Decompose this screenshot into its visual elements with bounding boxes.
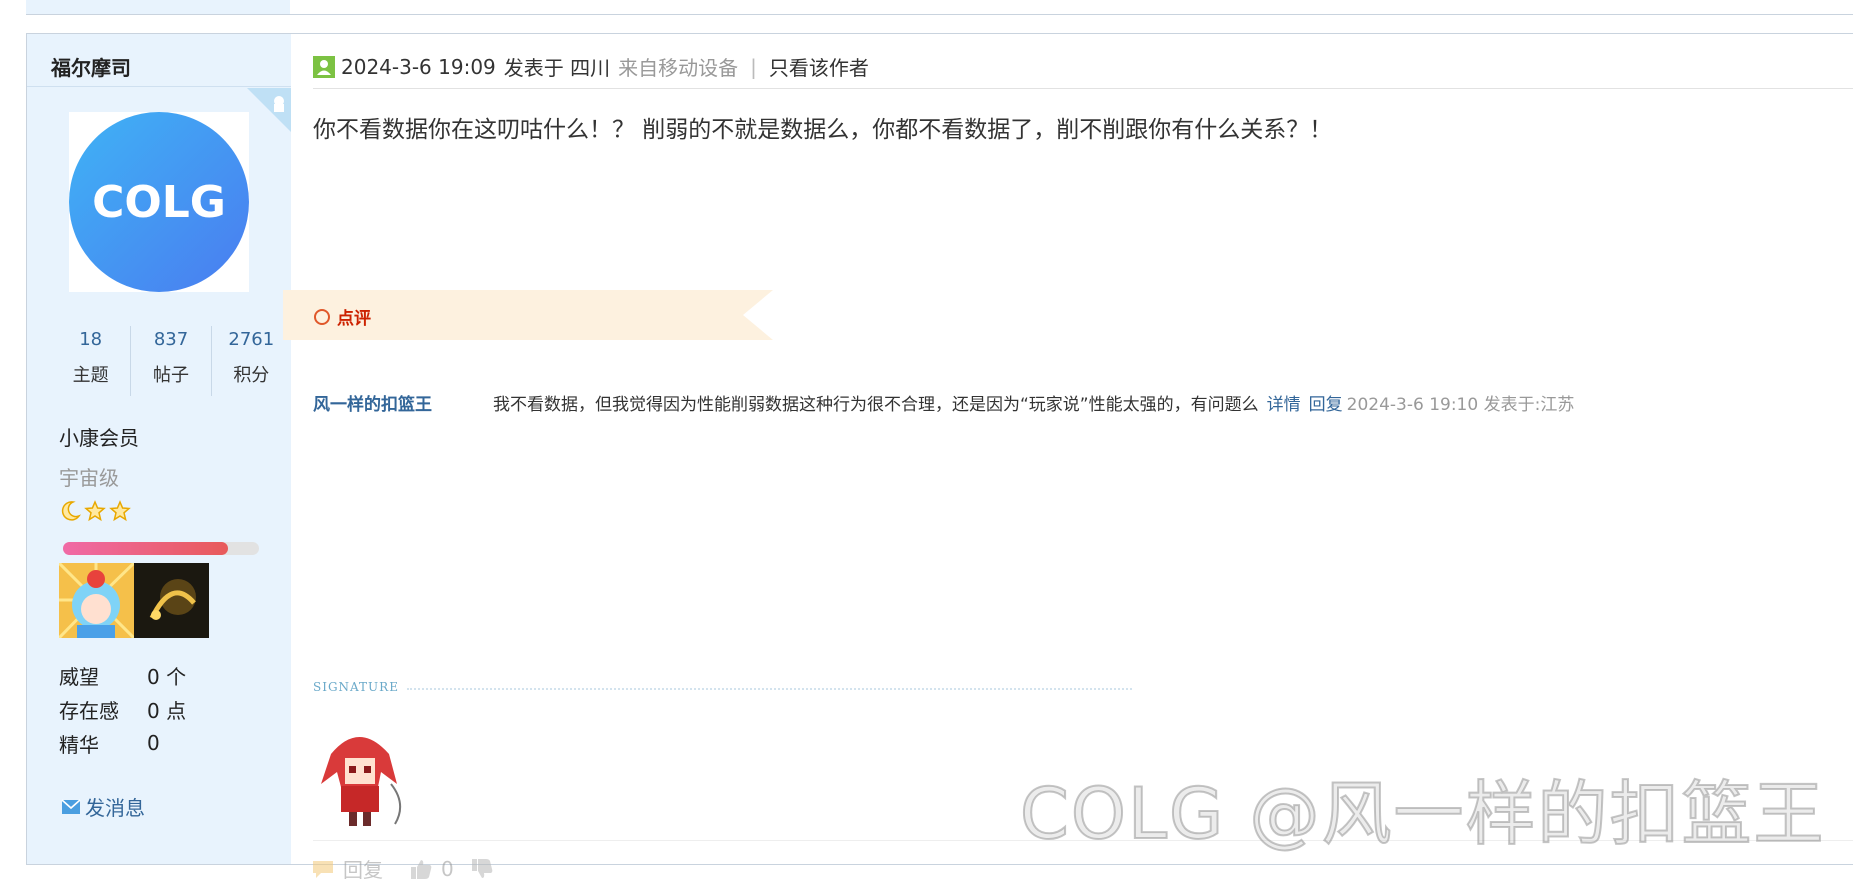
like-count: 0 bbox=[441, 856, 454, 881]
comment-user[interactable]: 风一样的扣篮王 bbox=[313, 390, 493, 415]
divider bbox=[313, 88, 1853, 89]
attr-key: 威望 bbox=[59, 664, 99, 689]
attr-key: 精华 bbox=[59, 732, 99, 757]
comment-section-title: 点评 bbox=[313, 304, 371, 329]
android-device-icon bbox=[247, 88, 291, 132]
svg-text:COLG: COLG bbox=[92, 177, 226, 228]
moon-icon bbox=[61, 501, 81, 521]
comment-detail-link[interactable]: 详情 bbox=[1267, 395, 1301, 415]
star-icon bbox=[84, 500, 106, 522]
experience-bar bbox=[63, 542, 259, 555]
thumbs-down-icon[interactable] bbox=[470, 858, 494, 880]
comment-time: 2024-3-6 19:10 发表于:江苏 bbox=[1346, 395, 1575, 415]
post-main: 2024-3-6 19:09 发表于 四川 来自移动设备 | 只看该作者 你不看… bbox=[283, 34, 1853, 882]
author-stats: 18 主题 837 帖子 2761 积分 bbox=[51, 326, 291, 396]
attr-presence: 存在感 0 点 bbox=[59, 692, 186, 726]
author-sidebar: 福尔摩司 COLG 18 主题 837 帖子 2761 积分 小康会员 宇宙级 … bbox=[27, 34, 291, 864]
stat-label: 积分 bbox=[233, 365, 270, 386]
thumbs-up-icon[interactable] bbox=[409, 858, 433, 880]
stat-points[interactable]: 2761 积分 bbox=[212, 326, 291, 396]
meta-separator: | bbox=[750, 54, 757, 79]
forum-post: 福尔摩司 COLG 18 主题 837 帖子 2761 积分 小康会员 宇宙级 … bbox=[26, 33, 1853, 882]
reply-button[interactable]: 回复 bbox=[343, 854, 383, 883]
divider bbox=[27, 86, 291, 87]
stat-value: 2761 bbox=[228, 329, 275, 350]
comment-circle-icon bbox=[314, 308, 330, 325]
reply-bubble-icon[interactable] bbox=[311, 858, 335, 880]
attr-value: 0 个 bbox=[147, 664, 187, 689]
stat-value: 18 bbox=[79, 329, 103, 350]
stat-threads[interactable]: 18 主题 bbox=[51, 326, 132, 396]
comment-text: 我不看数据，但我觉得因为性能削弱数据这种行为很不合理，还是因为“玩家说”性能太强… bbox=[493, 395, 1259, 415]
avatar[interactable]: COLG bbox=[69, 112, 249, 292]
attr-value: 0 点 bbox=[147, 698, 187, 723]
star-icon bbox=[109, 500, 131, 522]
attr-value: 0 bbox=[147, 731, 160, 755]
comment-reply-link[interactable]: 回复 bbox=[1309, 395, 1343, 415]
mail-icon bbox=[61, 798, 81, 814]
stat-value: 837 bbox=[153, 329, 189, 350]
author-name[interactable]: 福尔摩司 bbox=[51, 52, 131, 81]
post-meta: 2024-3-6 19:09 发表于 四川 来自移动设备 | 只看该作者 bbox=[313, 52, 869, 81]
post-location: 发表于 四川 bbox=[503, 56, 611, 80]
stat-label: 主题 bbox=[72, 365, 109, 386]
previous-post-sidebar bbox=[26, 0, 290, 14]
user-group[interactable]: 小康会员 bbox=[59, 422, 139, 451]
attr-prestige: 威望 0 个 bbox=[59, 658, 186, 692]
comment-item: 风一样的扣篮王 我不看数据，但我觉得因为性能削弱数据这种行为很不合理，还是因为“玩… bbox=[313, 390, 1853, 415]
user-attributes: 威望 0 个 存在感 0 点 精华 0 bbox=[59, 658, 186, 760]
signature-character-image bbox=[321, 737, 402, 826]
send-message-label: 发消息 bbox=[85, 796, 145, 820]
previous-post-edge bbox=[26, 0, 1853, 15]
stat-posts[interactable]: 837 帖子 bbox=[131, 326, 212, 396]
rank-stars bbox=[59, 500, 131, 522]
post-device: 来自移动设备 bbox=[618, 56, 739, 80]
author-online-icon bbox=[313, 55, 335, 78]
attr-key: 存在感 bbox=[59, 698, 119, 723]
only-author-link[interactable]: 只看该作者 bbox=[769, 52, 869, 81]
post-content: 你不看数据你在这叨咕什么！？ 削弱的不就是数据么，你都不看数据了，削不削跟你有什… bbox=[313, 117, 1333, 143]
signature-divider bbox=[407, 688, 1132, 690]
watermark: COLG @风一样的扣篮王 bbox=[1019, 772, 1826, 856]
experience-fill bbox=[63, 542, 228, 555]
post-actions: 回复 0 bbox=[311, 854, 494, 883]
medal-cartoon-icon[interactable] bbox=[59, 563, 134, 638]
stat-label: 帖子 bbox=[152, 365, 189, 386]
medals bbox=[59, 563, 209, 638]
signature-label: SIGNATURE bbox=[313, 680, 399, 694]
post-date: 2024-3-6 19:09 bbox=[341, 54, 496, 79]
medal-dark-icon[interactable] bbox=[134, 563, 209, 638]
user-level: 宇宙级 bbox=[59, 466, 119, 490]
send-message-link[interactable]: 发消息 bbox=[61, 792, 145, 821]
comment-title-label: 点评 bbox=[337, 309, 371, 329]
attr-digest: 精华 0 bbox=[59, 726, 186, 760]
